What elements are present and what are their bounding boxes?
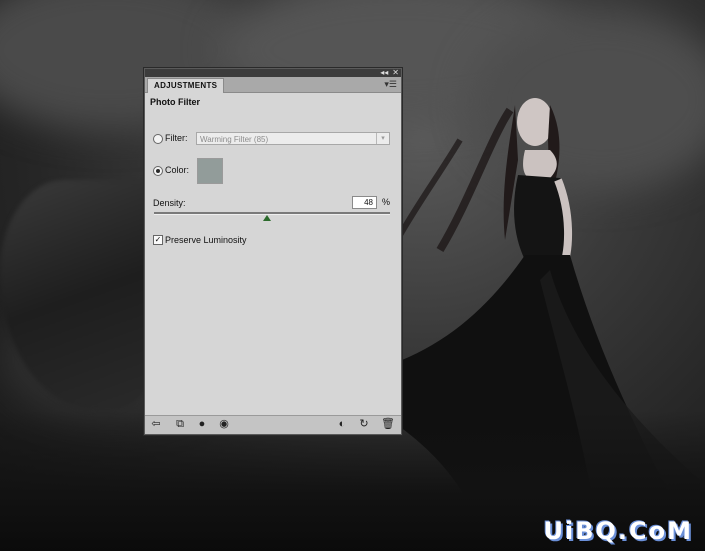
filter-label: Filter: [165, 133, 188, 143]
view-previous-icon[interactable]: ◐ [335, 418, 349, 431]
trash-icon[interactable]: 🗑 [381, 418, 395, 431]
layer-mask-icon[interactable]: ● [195, 418, 209, 431]
density-slider-track[interactable] [154, 212, 390, 215]
filter-radio[interactable] [153, 134, 163, 144]
back-arrow-icon[interactable]: ⇦ [149, 418, 163, 431]
density-input[interactable]: 48 [352, 196, 377, 209]
panel-menu-icon[interactable]: ▾☰ [384, 79, 397, 89]
color-swatch[interactable] [197, 158, 223, 184]
filter-select[interactable]: Warming Filter (85) ▾ [196, 132, 390, 145]
density-unit: % [382, 197, 391, 207]
watermark: UiBQ.CoM [543, 517, 693, 545]
panel-tab-row: ADJUSTMENTS ▾☰ [145, 77, 401, 93]
clip-to-layer-icon[interactable]: ⧉ [173, 418, 187, 431]
chevron-down-icon[interactable]: ▾ [376, 133, 389, 144]
close-icon[interactable]: ✕ [392, 68, 399, 77]
reset-icon[interactable]: ↻ [357, 418, 371, 431]
adjustments-panel: ◂◂ ✕ ADJUSTMENTS ▾☰ Photo Filter Filter:… [144, 68, 402, 435]
visibility-eye-icon[interactable]: ◉ [217, 418, 231, 431]
color-label: Color: [165, 165, 190, 175]
panel-bottom-toolbar: ⇦ ⧉ ● ◉ ◐ ↻ 🗑 [145, 415, 401, 434]
panel-titlebar[interactable]: ◂◂ ✕ [145, 68, 401, 77]
tab-adjustments[interactable]: ADJUSTMENTS [147, 78, 225, 93]
density-slider-thumb[interactable] [263, 215, 272, 221]
filter-select-value: Warming Filter (85) [200, 135, 269, 144]
panel-title: Photo Filter [150, 97, 200, 107]
preserve-luminosity-label: Preserve Luminosity [165, 235, 247, 245]
preserve-luminosity-checkbox[interactable]: ✓ [153, 235, 163, 245]
density-label: Density: [153, 198, 186, 208]
collapse-icon[interactable]: ◂◂ [380, 68, 388, 77]
color-radio[interactable] [153, 166, 163, 176]
